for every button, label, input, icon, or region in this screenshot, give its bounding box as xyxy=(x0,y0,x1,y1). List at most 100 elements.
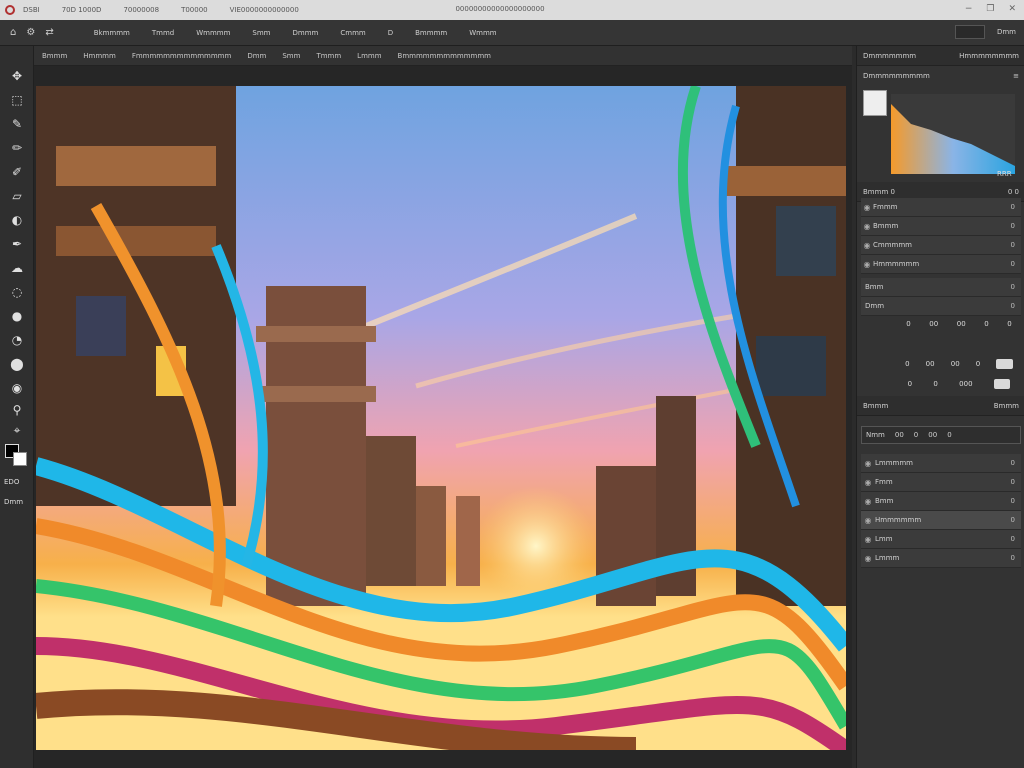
toggle-pill[interactable] xyxy=(996,359,1013,369)
btn-4[interactable]: 0 xyxy=(976,360,980,368)
layer-visibility-eye-icon[interactable]: ◉ xyxy=(861,497,875,506)
property-value: 0 xyxy=(1010,260,1015,268)
dodge-tool-icon[interactable]: ● xyxy=(8,308,26,324)
layer-row-6[interactable]: ◉ Lmmm 0 xyxy=(861,549,1021,568)
layer-row-5[interactable]: ◉ Lmm 0 xyxy=(861,530,1021,549)
option-6[interactable]: Cmmm xyxy=(340,29,365,37)
adjustment-row-1[interactable]: Bmm 0 xyxy=(861,278,1021,297)
option-1[interactable]: Bkmmmm xyxy=(94,29,130,37)
artwork-illustration xyxy=(36,86,846,750)
pen-tool-icon[interactable]: ✒ xyxy=(8,236,26,252)
search-field[interactable] xyxy=(954,25,985,39)
property-row-4[interactable]: ◉ Hmmmmmm 0 xyxy=(861,255,1021,274)
option-2[interactable]: Tmmd xyxy=(152,29,174,37)
tab-6[interactable]: Tmmm xyxy=(308,52,349,60)
layer-visibility-eye-icon[interactable]: ◉ xyxy=(861,478,875,487)
layer-visibility-eye-icon[interactable]: ◉ xyxy=(861,516,875,525)
btn-1[interactable]: 0 xyxy=(906,320,910,328)
histogram-menu-icon[interactable]: ≡ xyxy=(1013,72,1019,80)
tab-8[interactable]: Bmmmmmmmmmmmmm xyxy=(390,52,499,60)
option-3[interactable]: Wmmmm xyxy=(196,29,230,37)
tab-5[interactable]: Smm xyxy=(274,52,308,60)
tab-7[interactable]: Lmmm xyxy=(349,52,389,60)
document-canvas[interactable] xyxy=(36,86,846,750)
toggle-pill[interactable] xyxy=(993,379,1011,389)
btn-1[interactable]: 0 xyxy=(905,360,909,368)
btn-1[interactable]: 0 xyxy=(908,380,912,388)
tab-2[interactable]: Hmmmm xyxy=(75,52,124,60)
btn-4[interactable]: 0 xyxy=(984,320,988,328)
layer-visibility-eye-icon[interactable]: ◉ xyxy=(861,459,875,468)
adjustment-row-2[interactable]: Dmm 0 xyxy=(861,297,1021,316)
visibility-eye-icon[interactable]: ◉ xyxy=(861,241,873,250)
layer-row-2[interactable]: ◉ Fmm 0 xyxy=(861,473,1021,492)
home-icon[interactable]: ⌂ xyxy=(10,27,16,38)
layers-title: Bmmm xyxy=(863,401,889,410)
btn-5[interactable]: 0 xyxy=(1007,320,1011,328)
swap-icon[interactable]: ⇄ xyxy=(45,27,53,38)
option-9[interactable]: Wmmm xyxy=(469,29,496,37)
lasso-tool-icon[interactable]: ✎ xyxy=(8,116,26,132)
visibility-eye-icon[interactable]: ◉ xyxy=(861,203,873,212)
layer-label: Bmm xyxy=(875,497,894,505)
btn-2[interactable]: 00 xyxy=(929,320,938,328)
option-4[interactable]: Smm xyxy=(252,29,270,37)
clone-tool-icon[interactable]: ◐ xyxy=(8,212,26,228)
property-value: 0 xyxy=(1010,222,1015,230)
property-row-3[interactable]: ◉ Cmmmmm 0 xyxy=(861,236,1021,255)
btn-3[interactable]: 00 xyxy=(957,320,966,328)
tab-4[interactable]: Dmm xyxy=(239,52,274,60)
histogram-panel-header: Dmmmmmmm Hmmmmmmmm xyxy=(857,46,1024,66)
properties-header-right[interactable]: 0 0 xyxy=(1008,188,1019,196)
btn-2[interactable]: 00 xyxy=(926,360,935,368)
layer-row-3[interactable]: ◉ Bmm 0 xyxy=(861,492,1021,511)
option-5[interactable]: Dmmm xyxy=(293,29,319,37)
options-bar: ⌂ ⚙ ⇄ Bkmmmm Tmmd Wmmmm Smm Dmmm Cmmm D … xyxy=(0,20,1024,46)
layer-filter-input[interactable]: Nmm 00 0 00 0 xyxy=(861,426,1021,444)
btn-2[interactable]: 0 xyxy=(933,380,937,388)
smudge-tool-icon[interactable]: ☁ xyxy=(8,260,26,276)
marquee-tool-icon[interactable]: ⬚ xyxy=(8,92,26,108)
adjustment-value: 0 xyxy=(1010,302,1015,310)
tab-1[interactable]: Bmmm xyxy=(34,52,75,60)
restore-icon[interactable]: ❐ xyxy=(986,4,994,14)
property-row-1[interactable]: ◉ Fmmm 0 xyxy=(861,198,1021,217)
histogram-header-right[interactable]: Hmmmmmmmm xyxy=(959,52,1019,60)
histogram-thumbnail xyxy=(863,90,887,116)
filter-field-2: 00 xyxy=(894,431,904,439)
shape-tool-icon[interactable]: ⬤ xyxy=(8,356,26,372)
right-option-label[interactable]: Dmm xyxy=(997,28,1016,36)
layer-visibility-eye-icon[interactable]: ◉ xyxy=(861,554,875,563)
visibility-eye-icon[interactable]: ◉ xyxy=(861,260,873,269)
tab-3[interactable]: Fmmmmmmmmmmmmmm xyxy=(124,52,240,60)
layer-value: 0 xyxy=(1010,516,1015,524)
close-icon[interactable]: ✕ xyxy=(1008,4,1016,14)
hand-tool-icon[interactable]: ◉ xyxy=(8,380,26,396)
move-tool-icon[interactable]: ✥ xyxy=(8,68,26,84)
pencil-tool-icon[interactable]: ✐ xyxy=(8,164,26,180)
type-tool-icon[interactable]: ◔ xyxy=(8,332,26,348)
btn-3[interactable]: 000 xyxy=(959,380,972,388)
histogram-graph xyxy=(891,94,1015,174)
visibility-eye-icon[interactable]: ◉ xyxy=(861,222,873,231)
layer-visibility-eye-icon[interactable]: ◉ xyxy=(861,535,875,544)
gear-icon[interactable]: ⚙ xyxy=(26,27,35,38)
minimize-icon[interactable]: − xyxy=(965,4,973,14)
layers-header-right[interactable]: Bmmm xyxy=(994,402,1019,410)
option-8[interactable]: Bmmmm xyxy=(415,29,447,37)
btn-3[interactable]: 00 xyxy=(951,360,960,368)
layer-row-4-selected[interactable]: ◉ Hmmmmmm 0 xyxy=(861,511,1021,530)
right-panel: Dmmmmmmm Hmmmmmmmm Dmmmmmmmmm ≡ RRR Bmmm… xyxy=(856,46,1024,768)
brush-tool-icon[interactable]: ✏ xyxy=(8,140,26,156)
eraser-tool-icon[interactable]: ▱ xyxy=(8,188,26,204)
layer-label: Fmm xyxy=(875,478,893,486)
layers-header: Bmmm Bmmm xyxy=(857,396,1024,416)
property-row-2[interactable]: ◉ Bmmm 0 xyxy=(861,217,1021,236)
property-value: 0 xyxy=(1010,203,1015,211)
eyedropper-tool-icon[interactable]: ⌖ xyxy=(8,422,26,438)
layer-row-1[interactable]: ◉ Lmmmmm 0 xyxy=(861,454,1021,473)
background-color-swatch[interactable] xyxy=(13,452,27,466)
zoom-tool-icon[interactable]: ⚲ xyxy=(8,402,26,418)
option-7[interactable]: D xyxy=(388,29,393,37)
blur-tool-icon[interactable]: ◌ xyxy=(8,284,26,300)
